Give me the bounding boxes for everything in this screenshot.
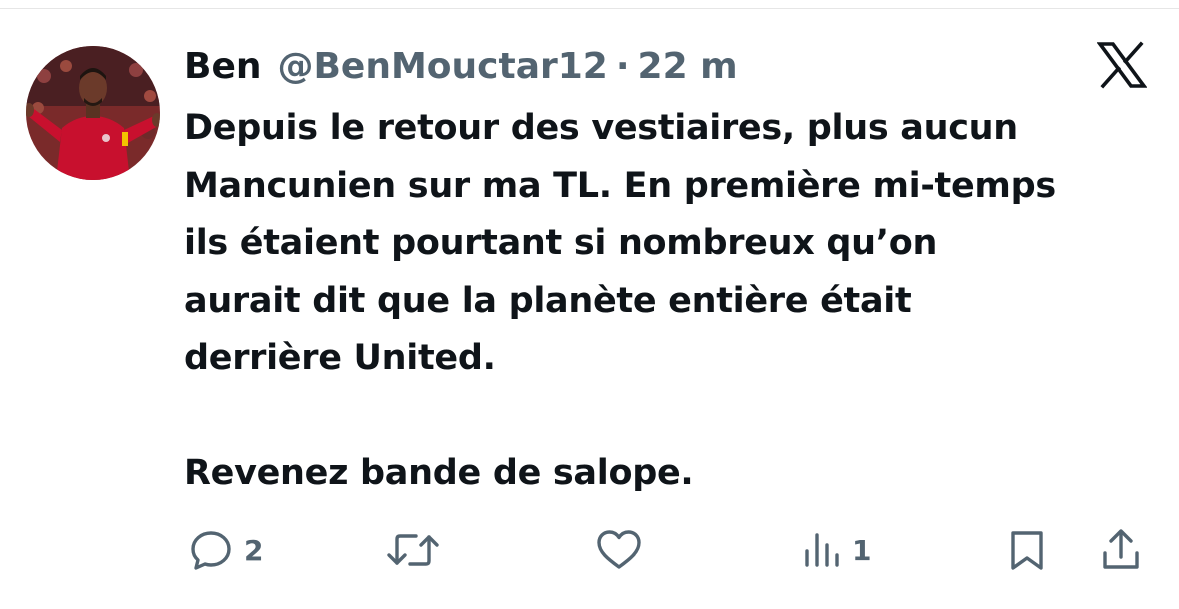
- bookmark-icon: [1011, 531, 1043, 570]
- views-count: 1: [852, 533, 872, 567]
- like-button[interactable]: [594, 520, 644, 580]
- avatar[interactable]: [26, 46, 160, 180]
- avatar-image: [26, 46, 160, 180]
- tweet-line: ils étaient pourtant si nombreux qu’on: [184, 223, 938, 263]
- top-divider: [0, 8, 1179, 9]
- tweet-line: derrière United.: [184, 338, 496, 378]
- reply-icon: [191, 531, 231, 570]
- bookmark-button[interactable]: [1004, 520, 1050, 580]
- like-icon: [597, 530, 641, 569]
- author-handle[interactable]: @BenMouctar12: [277, 44, 607, 90]
- reply-button[interactable]: 2: [188, 520, 263, 580]
- tweet-timestamp[interactable]: 22 m: [638, 44, 738, 90]
- separator-dot: ·: [615, 46, 630, 87]
- action-bar: 2 1: [0, 520, 1179, 580]
- tweet-line: Depuis le retour des vestiaires, plus au…: [184, 108, 1018, 148]
- retweet-icon: [387, 534, 439, 566]
- tweet-line: Mancunien sur ma TL. En première mi-temp…: [184, 165, 1056, 206]
- tweet-line: Revenez bande de salope.: [184, 453, 694, 493]
- views-icon: [805, 533, 839, 567]
- tweet-text: Depuis le retour des vestiaires, plus au…: [184, 100, 1169, 503]
- retweet-button[interactable]: [386, 520, 440, 580]
- share-button[interactable]: [1098, 520, 1144, 580]
- x-logo-icon: [1096, 40, 1148, 90]
- share-icon: [1103, 529, 1139, 569]
- author-name[interactable]: Ben: [184, 44, 261, 90]
- views-button[interactable]: 1: [802, 520, 871, 580]
- tweet-line: aurait dit que la planète entière était: [184, 280, 912, 321]
- tweet-header: Ben @BenMouctar12 · 22 m: [184, 44, 738, 90]
- reply-count: 2: [244, 533, 264, 567]
